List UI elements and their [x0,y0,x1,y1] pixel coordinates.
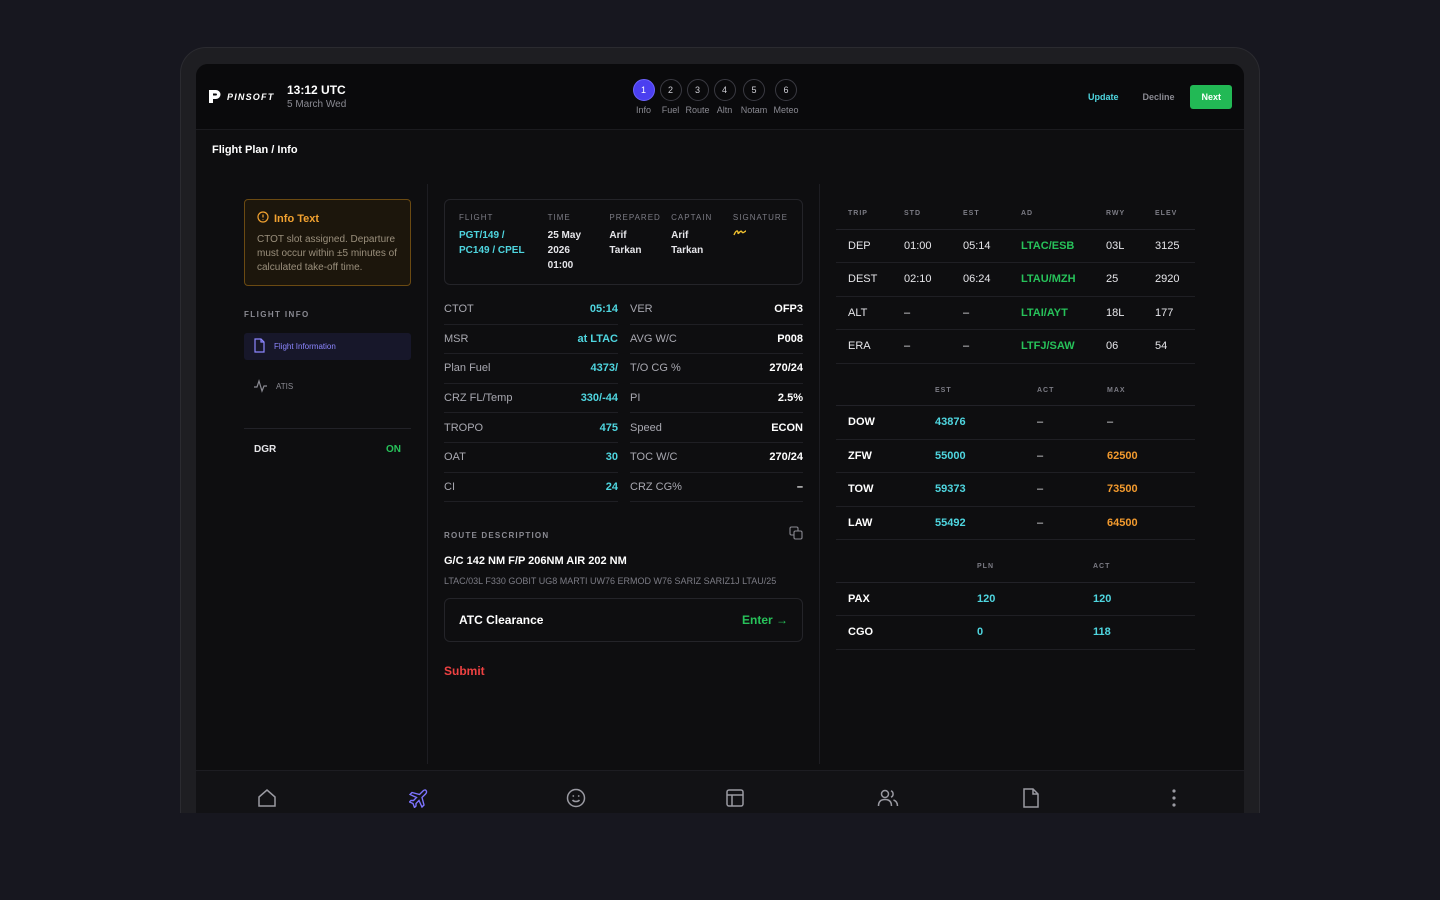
users-icon[interactable] [877,788,899,813]
bottom-tab-bar [196,770,1244,813]
activity-icon [253,378,268,395]
decline-button[interactable]: Decline [1134,86,1182,108]
step-fuel[interactable]: 2 Fuel [659,79,682,115]
sidebar-item-label: Flight Information [274,342,336,351]
param-row: T/O CG % 270/24 [630,354,803,384]
route-string: LTAC/03L F330 GOBIT UG8 MARTI UW76 ERMOD… [444,576,777,587]
table-row: PAX 120 120 [836,582,1195,616]
table-row: LAW 55492–64500 [836,506,1195,540]
route-summary: G/C 142 NM F/P 206NM AIR 202 NM [444,555,627,568]
signature-icon [733,229,747,239]
atc-clearance-row[interactable]: ATC Clearance Enter → [444,598,803,643]
info-title: Info Text [274,212,320,225]
column-divider [819,184,820,764]
param-row: OAT 30 [444,443,618,473]
middle-panel: FLIGHT PGT/149 / PC149 / CPEL TIME 25 Ma… [444,199,803,678]
table-row: ZFW 55000–62500 [836,439,1195,473]
signature-column: SIGNATURE [733,213,788,271]
route-title: ROUTE DESCRIPTION [444,531,550,541]
atc-label: ATC Clearance [459,613,544,628]
param-row: AVG W/C P008 [630,325,803,355]
param-row: TOC W/C 270/24 [630,443,803,473]
plane-icon[interactable] [408,788,429,813]
table-row: DOW 43876– – [836,405,1195,440]
logo: PINSOFT [208,89,274,104]
info-body: CTOT slot assigned. Departure must occur… [257,234,397,273]
step-notam[interactable]: 5 Notam [740,79,768,115]
column-divider [427,184,428,764]
info-circle-icon [257,211,269,226]
param-row: VER OFP3 [630,295,803,325]
prepared-column: PREPARED Arif Tarkan [609,213,661,256]
smile-icon[interactable] [566,788,586,813]
top-header: PINSOFT 13:12 UTC 5 March Wed 1 Info 2 F… [196,64,1244,130]
utc-clock: 13:12 UTC 5 March Wed [287,83,346,110]
app-screen: PINSOFT 13:12 UTC 5 March Wed 1 Info 2 F… [196,64,1244,813]
file-icon[interactable] [1022,788,1040,813]
trip-table: TRIP STD EST AD RWY ELEV DEP 01:00 05:14 LT… [836,199,1195,364]
header-actions: Update Decline Next [1080,85,1232,109]
step-meteo[interactable]: 6 Meteo [772,79,800,115]
table-row: CGO 0 118 [836,615,1195,650]
dgr-value[interactable]: ON [386,444,401,455]
right-panel: TRIP STD EST AD RWY ELEV DEP 01:00 05:14 LT… [836,199,1195,650]
next-button[interactable]: Next [1190,85,1232,109]
param-row: PI 2.5% [630,384,803,414]
document-icon [253,338,266,355]
layout-icon[interactable] [725,788,745,813]
flight-column: FLIGHT PGT/149 / PC149 / CPEL [459,213,525,256]
load-table: PLN ACT PAX 120 120 CGO 0 118 [836,552,1195,650]
step-route[interactable]: 3 Route [685,79,710,115]
sidebar-item-flight-information[interactable]: Flight Information [244,333,411,360]
submit-button[interactable]: Submit [444,664,803,678]
background [0,813,1440,900]
dgr-label: DGR [254,444,277,455]
clock-date: 5 March Wed [287,99,347,110]
params-right: VER OFP3 AVG W/C P008 T/O CG % 270/24 PI 2.5… [630,295,803,503]
sidebar-item-atis[interactable]: ATIS [244,373,411,400]
left-panel: Info Text CTOT slot assigned. Departure … [244,199,411,455]
step-info[interactable]: 1 Info [632,79,655,115]
step-altn[interactable]: 4 Altn [713,79,736,115]
table-row: TOW 59373–73500 [836,472,1195,507]
param-row: MSR at LTAC [444,325,618,355]
update-button[interactable]: Update [1080,86,1127,108]
param-row: Speed ECON [630,413,803,443]
param-row: TROPO 475 [444,413,618,443]
table-row: DEST 02:10 06:24 LTAU/MZH 25 2920 [836,262,1195,297]
logo-icon [208,89,222,104]
step-progress: 1 Info 2 Fuel 3 Route 4 Altn 5 Notam 6 M… [632,79,800,115]
param-row: CRZ FL/Temp 330/-44 [444,384,618,414]
logo-text: PINSOFT [227,91,275,102]
table-row: DEP 01:00 05:14 LTAC/ESB 03L 3125 [836,229,1195,263]
param-row: CI 24 [444,473,618,503]
route-header: ROUTE DESCRIPTION [444,526,803,545]
param-row: Plan Fuel 4373/ [444,354,618,384]
weight-table: EST ACT MAX DOW 43876– – ZFW 55000–62500 TO… [836,375,1195,541]
param-row: CTOT 05:14 [444,295,618,325]
section-title: FLIGHT INFO [244,310,310,319]
dgr-row: DGR ON [244,428,411,455]
sidebar-item-label: ATIS [276,382,294,391]
home-icon[interactable] [257,788,277,813]
clock-time: 13:12 UTC [287,83,346,97]
flight-card: FLIGHT PGT/149 / PC149 / CPEL TIME 25 Ma… [444,199,803,285]
captain-column: CAPTAIN Arif Tarkan [671,213,713,256]
params-grid: CTOT 05:14 MSR at LTAC Plan Fuel 4373/ CRZ … [444,295,803,503]
atc-enter-button[interactable]: Enter → [742,613,788,627]
params-left: CTOT 05:14 MSR at LTAC Plan Fuel 4373/ CRZ … [444,295,618,503]
table-row: ERA – – LTFJ/SAW 06 54 [836,329,1195,364]
info-alert: Info Text CTOT slot assigned. Departure … [244,199,411,286]
param-row: CRZ CG% – [630,473,803,503]
copy-icon[interactable] [789,526,803,545]
time-column: TIME 25 May 2026 01:00 [547,213,582,271]
table-row: ALT – – LTAI/AYT 18L 177 [836,296,1195,330]
more-icon[interactable] [1170,788,1178,813]
breadcrumb: Flight Plan / Info [212,144,298,156]
